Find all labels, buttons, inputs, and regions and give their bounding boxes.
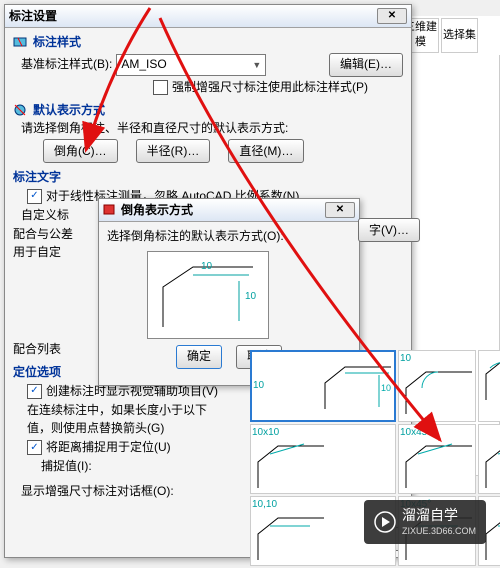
- section-default: 默认表示方式: [13, 102, 403, 119]
- sub-title: 倒角表示方式: [121, 202, 193, 219]
- section-text: 标注文字: [13, 169, 403, 186]
- suffix-button[interactable]: 字(V)…: [358, 218, 420, 242]
- diameter-button[interactable]: 直径(M)…: [228, 139, 304, 163]
- sub-titlebar: 倒角表示方式 ✕: [99, 199, 359, 222]
- create-visual-checkbox[interactable]: ✓: [27, 384, 42, 399]
- app-icon: [103, 204, 117, 216]
- sub-prompt: 选择倒角标注的默认表示方式(O):: [107, 228, 351, 245]
- linear-checkbox[interactable]: ✓: [27, 189, 42, 204]
- svg-text:10: 10: [201, 261, 213, 272]
- play-icon: [374, 511, 396, 533]
- chamfer-cell-1-0[interactable]: 10x10: [250, 424, 396, 494]
- svg-text:10: 10: [245, 291, 257, 302]
- radius-button[interactable]: 半径(R)…: [136, 139, 211, 163]
- snap-label: 将距离捕捉用于定位(U): [46, 439, 171, 456]
- edit-button[interactable]: 编辑(E)…: [329, 53, 403, 77]
- chamfer-preview: 10 10: [147, 251, 269, 339]
- chamfer-cell-0-1[interactable]: 10: [398, 350, 476, 422]
- sub-ok-button[interactable]: 确定: [176, 345, 222, 369]
- dialog-title: 标注设置: [9, 8, 57, 25]
- svg-text:10: 10: [381, 383, 391, 393]
- section-style: 标注样式: [13, 34, 403, 51]
- default-prompt: 请选择倒角标注、半径和直径尺寸的默认表示方式:: [21, 120, 403, 137]
- chamfer-cell-1-1[interactable]: 10x45°: [398, 424, 476, 494]
- snap-checkbox[interactable]: ✓: [27, 440, 42, 455]
- force-style-label: 强制增强尺寸标注使用此标注样式(P): [172, 79, 368, 96]
- force-style-checkbox[interactable]: [153, 80, 168, 95]
- chamfer-cell-0-2[interactable]: [478, 350, 500, 422]
- close-icon[interactable]: ✕: [377, 8, 407, 24]
- watermark: 溜溜自学 ZIXUE.3D66.COM: [364, 500, 486, 544]
- titlebar: 标注设置 ✕: [5, 5, 411, 28]
- base-style-select[interactable]: AM_ISO▼: [116, 54, 266, 76]
- base-style-label: 基准标注样式(B):: [21, 56, 112, 73]
- tab-select[interactable]: 选择集: [441, 18, 478, 53]
- chamfer-button[interactable]: 倒角(C)…: [43, 139, 118, 163]
- sub-close-icon[interactable]: ✕: [325, 202, 355, 218]
- chamfer-cell-1-2[interactable]: C10: [478, 424, 500, 494]
- chamfer-cell-0-0[interactable]: 1010: [250, 350, 396, 422]
- chevron-down-icon: ▼: [252, 59, 261, 72]
